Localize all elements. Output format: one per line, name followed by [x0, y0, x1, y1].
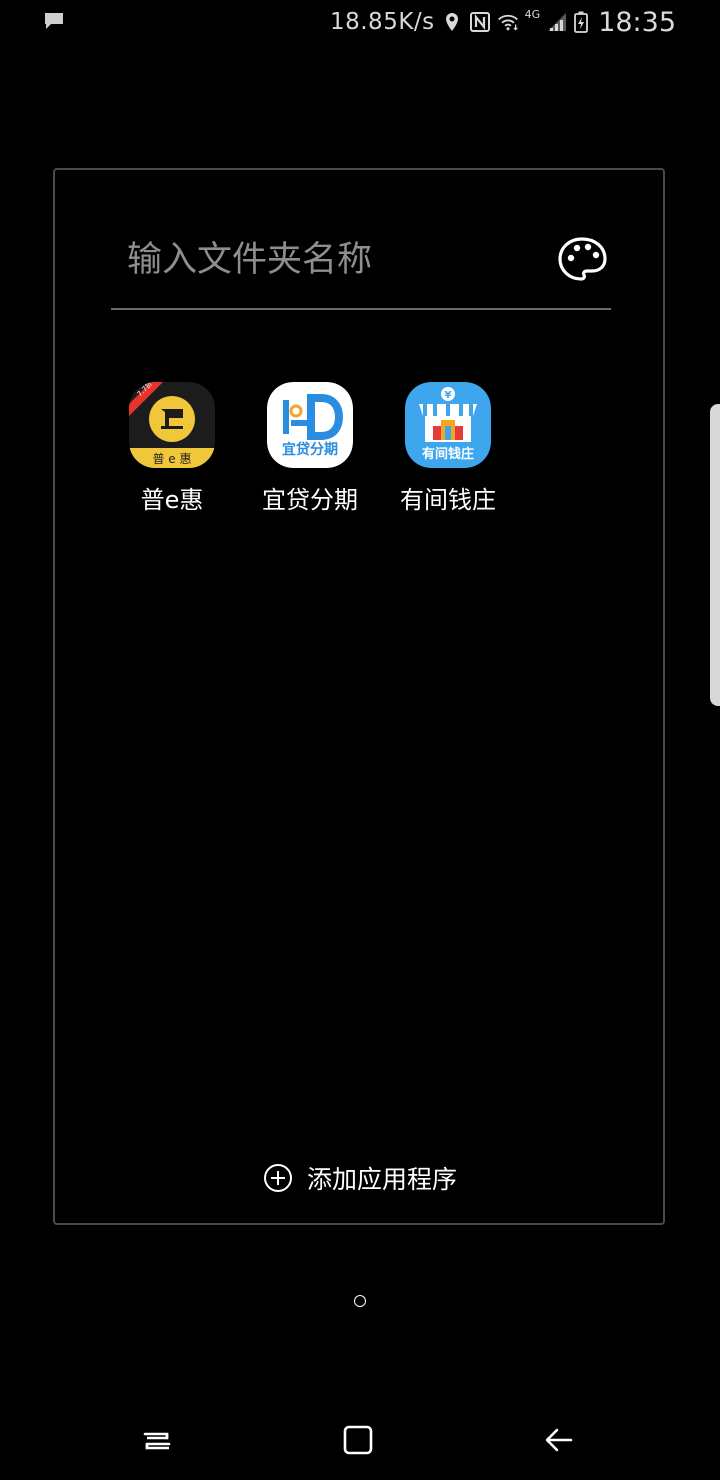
app-pu-e-hui[interactable]: 普 e 惠 7.7折 普e惠 — [103, 382, 241, 515]
app-yi-dai-fen-qi[interactable]: 宜贷分期 宜贷分期 — [241, 382, 379, 515]
network-speed: 18.85K/s — [329, 9, 435, 35]
pu-e-hui-app-icon[interactable]: 普 e 惠 7.7折 — [129, 382, 215, 468]
location-icon — [441, 11, 463, 33]
home-screen: 18.85K/s 4G 18:35 输入文件夹名称 普 e 惠 7.7折 普e惠… — [0, 0, 720, 1480]
network-type: 4G — [524, 8, 541, 21]
status-right: 18.85K/s 4G 18:35 — [330, 6, 676, 38]
app-you-jian-qian-zhuang[interactable]: ¥ 有间钱庄 有间钱庄 — [379, 382, 517, 515]
folder-apps: 普 e 惠 7.7折 普e惠 宜贷分期 宜贷分期 ¥ 有间钱庄 有间钱庄 — [103, 382, 623, 515]
wifi-icon — [497, 11, 519, 33]
folder-panel: 普 e 惠 7.7折 普e惠 宜贷分期 — [53, 168, 665, 1225]
edge-panel-handle[interactable] — [710, 404, 720, 706]
folder-name-row — [111, 220, 611, 310]
yi-dai-fen-qi-icon-text: 宜贷分期 — [282, 441, 338, 458]
add-apps-label: 添加应用程序 — [307, 1165, 458, 1194]
svg-text:¥: ¥ — [445, 390, 452, 401]
message-icon — [44, 12, 64, 30]
pu-e-hui-icon-text: 普 e 惠 — [152, 452, 191, 466]
recents-icon[interactable] — [139, 1422, 175, 1458]
clock: 18:35 — [598, 6, 676, 38]
folder-name-input[interactable] — [125, 234, 529, 286]
palette-icon[interactable] — [557, 236, 607, 282]
back-icon[interactable] — [541, 1422, 577, 1458]
home-icon[interactable] — [340, 1422, 376, 1458]
app-label: 有间钱庄 — [400, 486, 496, 514]
yi-dai-fen-qi-app-icon[interactable]: 宜贷分期 — [267, 382, 353, 468]
you-jian-qian-zhuang-app-icon[interactable]: ¥ 有间钱庄 — [405, 382, 491, 468]
add-apps-button[interactable]: 添加应用程序 — [263, 1160, 457, 1196]
status-bar: 18.85K/s 4G 18:35 — [0, 0, 720, 44]
add-circle-icon — [263, 1163, 293, 1193]
app-label: 普e惠 — [140, 486, 204, 514]
signal-icon — [546, 11, 568, 33]
navigation-bar — [0, 1400, 720, 1480]
nfc-icon — [469, 11, 491, 33]
page-indicator-dot — [354, 1295, 366, 1307]
battery-icon — [574, 11, 589, 33]
you-jian-qian-zhuang-icon-text: 有间钱庄 — [422, 446, 474, 462]
app-label: 宜贷分期 — [262, 486, 358, 514]
